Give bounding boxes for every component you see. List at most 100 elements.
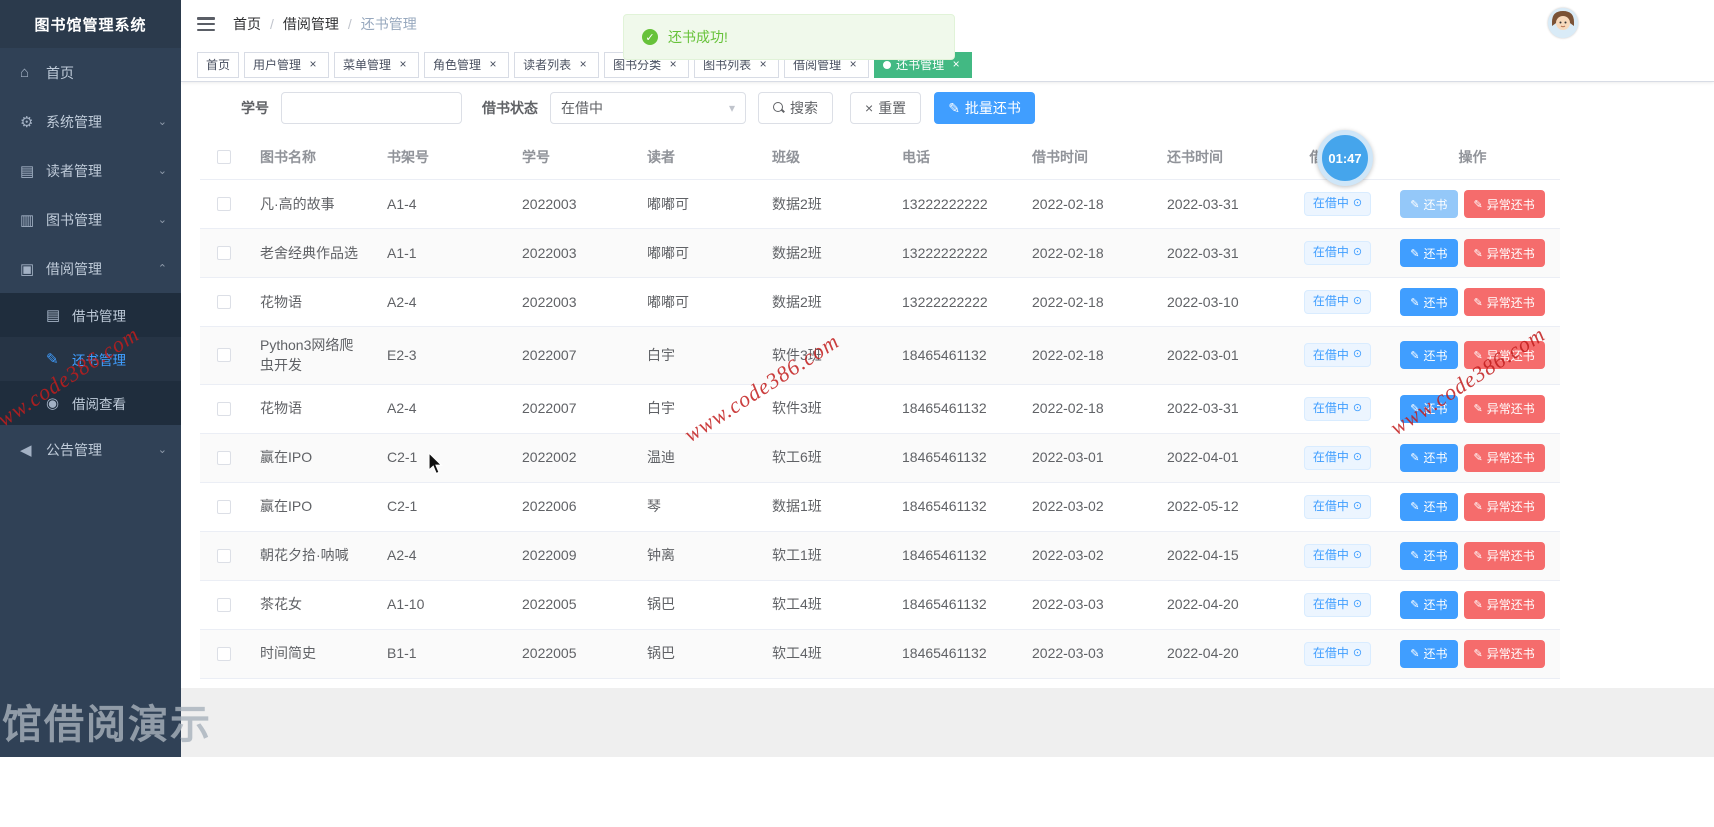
return-button[interactable]: ✎ 还书 — [1400, 341, 1458, 370]
success-check-icon: ✓ — [642, 29, 658, 45]
status-badge: 在借中 ⊙ — [1303, 290, 1372, 314]
abnormal-return-button[interactable]: ✎ 异常还书 — [1463, 394, 1545, 423]
return-button[interactable]: ✎ 还书 — [1400, 541, 1458, 570]
row-checkbox-cell — [200, 492, 248, 522]
abnormal-return-button[interactable]: ✎ 异常还书 — [1463, 541, 1545, 570]
sidebar-item-borrow-manage[interactable]: ▤ 借书管理 — [0, 293, 181, 337]
row-checkbox[interactable] — [217, 348, 231, 363]
student-id-input[interactable] — [281, 92, 462, 124]
sidebar-item-system[interactable]: ⚙ 系统管理 ⌄ — [0, 97, 181, 146]
book-name-cell: Python3网络爬虫开发 — [260, 337, 354, 374]
close-icon[interactable]: × — [486, 57, 500, 72]
phone-cell: 18465461132 — [902, 547, 987, 564]
status-cell: 在借中 ⊙ — [1290, 389, 1385, 429]
reader-cell: 嘟嘟可 — [647, 293, 689, 310]
abnormal-return-button[interactable]: ✎ 异常还书 — [1463, 590, 1545, 619]
book-name-cell: 时间简史 — [260, 645, 316, 662]
tab-home[interactable]: 首页 — [197, 51, 240, 78]
table-row: 赢在IPO C2-1 2022002 温迪 软工6班 18465461132 2… — [200, 433, 1560, 483]
chevron-up-icon: ⌃ — [157, 263, 167, 275]
sidebar-item-home[interactable]: ⌂ 首页 — [0, 48, 181, 97]
pencil-icon: ✎ — [1410, 247, 1420, 260]
recording-timer-overlay[interactable]: 01:47 — [1317, 130, 1373, 186]
breadcrumb-borrowing[interactable]: 借阅管理 — [283, 14, 339, 34]
row-checkbox[interactable] — [217, 295, 231, 309]
return-button[interactable]: ✎ 还书 — [1400, 639, 1458, 668]
borrow-status-select[interactable]: 在借中 ▾ — [550, 92, 746, 124]
hamburger-icon[interactable] — [197, 17, 215, 31]
return-button[interactable]: ✎ 还书 — [1400, 288, 1458, 316]
table-row: 赢在IPO C2-1 2022006 琴 数据1班 18465461132 20… — [200, 482, 1560, 532]
abnormal-return-button[interactable]: ✎ 异常还书 — [1463, 443, 1545, 472]
breadcrumb-separator: / — [270, 16, 274, 32]
abnormal-return-button[interactable]: ✎ 异常还书 — [1463, 190, 1545, 218]
return-button[interactable]: ✎ 还书 — [1400, 443, 1458, 472]
reader-icon: ▤ — [20, 162, 35, 180]
row-checkbox[interactable] — [217, 646, 231, 661]
abnormal-return-label: 异常还书 — [1486, 402, 1535, 417]
sidebar-item-announcements[interactable]: ◀ 公告管理 ⌄ — [0, 425, 181, 474]
toast-message: 还书成功! — [668, 29, 728, 45]
row-checkbox[interactable] — [217, 597, 231, 612]
sidebar-item-borrowing[interactable]: ▣ 借阅管理 ⌃ — [0, 244, 181, 293]
column-header-actions: 操作 — [1458, 148, 1487, 165]
reset-button[interactable]: × 重置 — [850, 92, 922, 124]
loading-circle-icon: ⊙ — [1352, 499, 1363, 512]
tab-role-manage[interactable]: 角色管理 × — [424, 51, 510, 78]
row-checkbox-cell — [200, 238, 248, 268]
row-checkbox[interactable] — [217, 499, 231, 514]
row-checkbox[interactable] — [217, 450, 231, 465]
abnormal-return-button[interactable]: ✎ 异常还书 — [1463, 239, 1545, 267]
pencil-icon: ✎ — [1473, 247, 1483, 260]
gear-icon: ⚙ — [20, 113, 34, 131]
reader-cell: 嘟嘟可 — [647, 244, 689, 261]
abnormal-return-button[interactable]: ✎ 异常还书 — [1463, 492, 1545, 521]
tab-reader-list[interactable]: 读者列表 × — [514, 51, 600, 78]
sidebar-item-readers[interactable]: ▤ 读者管理 ⌄ — [0, 146, 181, 195]
sidebar-item-books[interactable]: ▥ 图书管理 ⌄ — [0, 195, 181, 244]
return-button[interactable]: ✎ 还书 — [1400, 492, 1458, 521]
student-id-cell: 2022009 — [522, 547, 577, 564]
return-date-cell: 2022-04-15 — [1167, 547, 1239, 564]
class-cell: 软工6班 — [772, 449, 822, 466]
tab-user-manage[interactable]: 用户管理 × — [244, 51, 330, 78]
search-button[interactable]: 搜索 — [758, 92, 833, 124]
close-icon[interactable]: × — [396, 57, 410, 72]
close-icon[interactable]: × — [306, 57, 320, 72]
user-avatar[interactable] — [1548, 8, 1578, 38]
abnormal-return-label: 异常还书 — [1486, 451, 1535, 466]
row-checkbox[interactable] — [217, 197, 231, 211]
return-button-label: 还书 — [1423, 598, 1448, 613]
row-checkbox[interactable] — [217, 548, 231, 563]
phone-cell: 13222222222 — [902, 244, 988, 261]
breadcrumb-home[interactable]: 首页 — [233, 14, 261, 34]
book-name-cell: 花物语 — [260, 293, 302, 310]
column-header-borrow-date: 借书时间 — [1032, 148, 1088, 165]
abnormal-return-button[interactable]: ✎ 异常还书 — [1463, 639, 1545, 668]
tab-label: 用户管理 — [253, 58, 302, 72]
select-all-checkbox[interactable] — [217, 150, 231, 164]
return-date-cell: 2022-03-31 — [1167, 244, 1239, 261]
loading-circle-icon: ⊙ — [1352, 450, 1363, 463]
batch-return-button[interactable]: ✎ 批量还书 — [934, 92, 1035, 124]
column-header-reader: 读者 — [647, 148, 675, 165]
row-checkbox-cell — [200, 189, 248, 219]
home-icon: ⌂ — [20, 64, 30, 81]
search-icon — [773, 102, 785, 114]
tab-label: 首页 — [206, 58, 231, 72]
return-button[interactable]: ✎ 还书 — [1400, 590, 1458, 619]
student-id-cell: 2022007 — [522, 347, 577, 364]
close-icon[interactable]: × — [576, 57, 590, 72]
status-badge: 在借中 ⊙ — [1303, 445, 1372, 470]
row-checkbox[interactable] — [217, 401, 231, 416]
return-button[interactable]: ✎ 还书 — [1400, 190, 1458, 218]
row-checkbox[interactable] — [217, 246, 231, 260]
success-toast: ✓ 还书成功! — [623, 14, 955, 60]
class-cell: 数据1班 — [772, 498, 822, 515]
tab-menu-manage[interactable]: 菜单管理 × — [334, 51, 420, 78]
sidebar-item-label: 读者管理 — [46, 162, 102, 179]
abnormal-return-button[interactable]: ✎ 异常还书 — [1463, 288, 1545, 316]
pencil-icon: ✎ — [1410, 349, 1420, 362]
loading-circle-icon: ⊙ — [1352, 646, 1363, 659]
return-button[interactable]: ✎ 还书 — [1400, 239, 1458, 267]
